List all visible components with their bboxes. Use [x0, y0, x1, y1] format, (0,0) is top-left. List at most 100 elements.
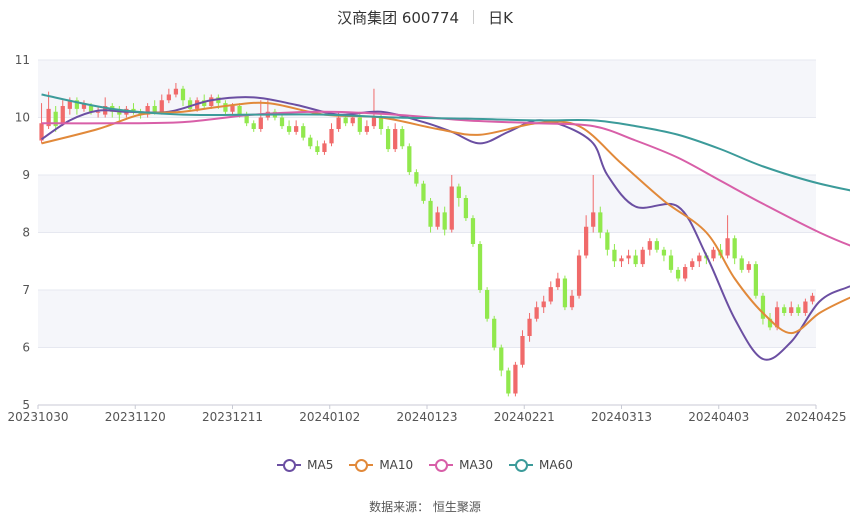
candle-body [152, 106, 157, 112]
x-tick-label: 20240313 [591, 410, 652, 424]
candle-body [407, 146, 412, 173]
candle-body [308, 137, 313, 147]
candle-body [477, 244, 483, 290]
candle-body [527, 318, 532, 336]
candle-body [711, 249, 716, 259]
x-tick-label: 20240102 [299, 410, 360, 424]
candle-body [739, 258, 744, 270]
candle-body [385, 129, 391, 150]
legend-label-ma60: MA60 [539, 458, 573, 472]
x-tick-label: 20231120 [105, 410, 166, 424]
data-source: 数据来源： 恒生聚源 [369, 500, 481, 514]
candle-body [294, 126, 299, 132]
candle-body [675, 269, 681, 279]
candle-body [364, 126, 370, 132]
candle-body [279, 117, 285, 127]
legend-item-ma5[interactable]: MA5 [277, 458, 333, 472]
candle-body [633, 255, 638, 265]
candle-body [251, 123, 256, 129]
legend-label-ma10: MA10 [379, 458, 414, 472]
grid-band [38, 175, 816, 233]
candle-body [393, 129, 398, 150]
kline-chart[interactable]: 56789101120231030 20231120 20231211 2024010… [0, 0, 850, 450]
candle-body [456, 186, 461, 198]
candle-body [60, 106, 65, 124]
candle-body [159, 100, 164, 112]
candle-body [173, 88, 179, 95]
x-tick-label: 20231211 [202, 410, 263, 424]
candle-body [435, 212, 440, 227]
candle-body [237, 106, 242, 115]
candle-body [513, 364, 518, 394]
candle-body [484, 290, 490, 319]
candle-body [520, 336, 525, 365]
candle-body [640, 249, 645, 265]
candle-body [371, 117, 377, 127]
x-tick-label: 20240221 [494, 410, 555, 424]
candle-body [612, 249, 617, 262]
candle-body [569, 295, 575, 308]
candle-body [534, 307, 539, 319]
y-tick-label: 11 [15, 53, 30, 67]
candle-body [357, 117, 362, 132]
candle-body [336, 117, 341, 129]
candle-body [414, 172, 419, 184]
candle-body [810, 295, 815, 302]
candle-body [166, 94, 171, 101]
grid-band [38, 290, 816, 348]
candle-body [180, 88, 186, 101]
legend-item-ma30[interactable]: MA30 [429, 458, 493, 472]
candle-body [492, 318, 497, 348]
candle-body [421, 183, 426, 201]
candle-body [350, 117, 355, 124]
candle-body [541, 301, 546, 308]
candle-body [258, 117, 263, 129]
y-tick-label: 8 [22, 226, 30, 240]
candle-body [803, 301, 808, 313]
candle-body [223, 103, 228, 112]
legend: MA5 MA10 MA30 MA60 [0, 458, 850, 472]
candle-body [449, 186, 454, 230]
candle-body [95, 111, 101, 113]
candle-body [725, 238, 730, 256]
candle-body [697, 255, 702, 262]
legend-swatch-ma30 [429, 458, 454, 472]
candle-body [626, 255, 631, 259]
candle-body [668, 255, 674, 270]
y-tick-label: 6 [22, 341, 30, 355]
candle-body [322, 143, 327, 152]
x-tick-label: 20231030 [7, 410, 68, 424]
candle-body [301, 126, 306, 138]
candle-body [598, 212, 603, 233]
candle-body [470, 218, 476, 244]
legend-swatch-ma10 [349, 458, 374, 472]
candle-body [286, 126, 292, 132]
candle-body [499, 347, 504, 371]
candle-body [463, 198, 469, 219]
candle-body [619, 258, 624, 262]
candle-body [378, 117, 384, 129]
candle-body [746, 264, 751, 270]
candle-body [683, 267, 688, 279]
candle-body [796, 307, 801, 313]
legend-item-ma60[interactable]: MA60 [509, 458, 573, 472]
candle-body [753, 264, 759, 296]
candle-body [789, 307, 794, 313]
candle-body [442, 212, 447, 230]
candle-body [209, 97, 214, 106]
x-tick-label: 20240123 [396, 410, 457, 424]
y-tick-label: 7 [22, 283, 30, 297]
candle-body [782, 307, 787, 313]
candle-body [400, 129, 405, 147]
candle-body [548, 287, 553, 302]
legend-label-ma5: MA5 [307, 458, 334, 472]
candle-body [591, 212, 596, 227]
candle-body [732, 238, 737, 259]
y-tick-label: 9 [22, 168, 30, 182]
legend-item-ma10[interactable]: MA10 [349, 458, 413, 472]
candle-body [562, 278, 568, 308]
candle-body [690, 261, 695, 267]
candle-body [555, 278, 560, 288]
candle-body [661, 249, 667, 256]
candle-body [576, 255, 582, 296]
